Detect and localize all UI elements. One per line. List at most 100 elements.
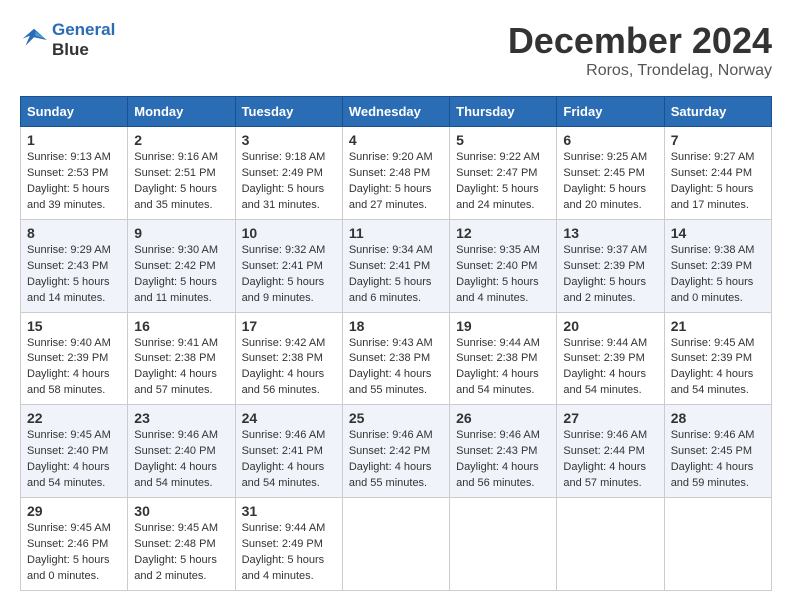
day-number: 12 [456, 225, 550, 241]
calendar-cell: 9 Sunrise: 9:30 AM Sunset: 2:42 PM Daylig… [128, 219, 235, 312]
day-info: Sunrise: 9:37 AM Sunset: 2:39 PM Dayligh… [563, 243, 657, 307]
calendar-week-4: 22Sunrise: 9:45 AM Sunset: 2:40 PM Dayli… [21, 405, 772, 498]
location: Roros, Trondelag, Norway [508, 62, 772, 80]
day-number: 30 [134, 503, 228, 519]
month-title: December 2024 [508, 20, 772, 62]
day-number: 20 [563, 318, 657, 334]
day-number: 25 [349, 410, 443, 426]
day-info: Sunrise: 9:44 AM Sunset: 2:38 PM Dayligh… [456, 336, 550, 400]
calendar-cell: 3Sunrise: 9:18 AM Sunset: 2:49 PM Daylig… [235, 127, 342, 220]
calendar-cell: 19Sunrise: 9:44 AM Sunset: 2:38 PM Dayli… [450, 312, 557, 405]
day-info: Sunrise: 9:45 AM Sunset: 2:46 PM Dayligh… [27, 521, 121, 585]
logo-text: General Blue [52, 20, 115, 61]
day-info: Sunrise: 9:46 AM Sunset: 2:43 PM Dayligh… [456, 428, 550, 492]
calendar-cell: 18Sunrise: 9:43 AM Sunset: 2:38 PM Dayli… [342, 312, 449, 405]
weekday-header-monday: Monday [128, 97, 235, 127]
title-section: December 2024 Roros, Trondelag, Norway [508, 20, 772, 80]
day-number: 15 [27, 318, 121, 334]
page-header: General Blue December 2024 Roros, Tronde… [20, 20, 772, 80]
day-number: 5 [456, 132, 550, 148]
calendar-cell: 21 Sunrise: 9:45 AM Sunset: 2:39 PM Dayli… [664, 312, 771, 405]
day-info: Sunrise: 9:29 AM Sunset: 2:43 PM Dayligh… [27, 243, 121, 307]
weekday-header-tuesday: Tuesday [235, 97, 342, 127]
calendar-cell: 30 Sunrise: 9:45 AM Sunset: 2:48 PM Dayli… [128, 498, 235, 591]
day-info: Sunrise: 9:43 AM Sunset: 2:38 PM Dayligh… [349, 336, 443, 400]
calendar-cell: 13Sunrise: 9:37 AM Sunset: 2:39 PM Dayli… [557, 219, 664, 312]
day-number: 16 [134, 318, 228, 334]
day-number: 7 [671, 132, 765, 148]
day-info: Sunrise: 9:42 AM Sunset: 2:38 PM Dayligh… [242, 336, 336, 400]
day-info: Sunrise: 9:46 AM Sunset: 2:44 PM Dayligh… [563, 428, 657, 492]
calendar-cell: 16 Sunrise: 9:41 AM Sunset: 2:38 PM Dayli… [128, 312, 235, 405]
calendar-cell [342, 498, 449, 591]
weekday-header-friday: Friday [557, 97, 664, 127]
day-info: Sunrise: 9:27 AM Sunset: 2:44 PM Dayligh… [671, 150, 765, 214]
calendar-cell: 1 Sunrise: 9:13 AM Sunset: 2:53 PM Daylig… [21, 127, 128, 220]
calendar-week-1: 1 Sunrise: 9:13 AM Sunset: 2:53 PM Daylig… [21, 127, 772, 220]
calendar-week-2: 8 Sunrise: 9:29 AM Sunset: 2:43 PM Daylig… [21, 219, 772, 312]
calendar-cell: 7 Sunrise: 9:27 AM Sunset: 2:44 PM Daylig… [664, 127, 771, 220]
day-info: Sunrise: 9:44 AM Sunset: 2:49 PM Dayligh… [242, 521, 336, 585]
calendar-cell: 11Sunrise: 9:34 AM Sunset: 2:41 PM Dayli… [342, 219, 449, 312]
day-number: 3 [242, 132, 336, 148]
day-number: 23 [134, 410, 228, 426]
day-number: 29 [27, 503, 121, 519]
day-info: Sunrise: 9:45 AM Sunset: 2:39 PM Dayligh… [671, 336, 765, 400]
calendar-cell: 31 Sunrise: 9:44 AM Sunset: 2:49 PM Dayli… [235, 498, 342, 591]
weekday-header-sunday: Sunday [21, 97, 128, 127]
day-info: Sunrise: 9:32 AM Sunset: 2:41 PM Dayligh… [242, 243, 336, 307]
day-info: Sunrise: 9:38 AM Sunset: 2:39 PM Dayligh… [671, 243, 765, 307]
calendar-cell [664, 498, 771, 591]
calendar-cell: 14Sunrise: 9:38 AM Sunset: 2:39 PM Dayli… [664, 219, 771, 312]
calendar-cell: 12 Sunrise: 9:35 AM Sunset: 2:40 PM Dayli… [450, 219, 557, 312]
logo-icon [20, 26, 48, 54]
day-info: Sunrise: 9:46 AM Sunset: 2:42 PM Dayligh… [349, 428, 443, 492]
weekday-header-saturday: Saturday [664, 97, 771, 127]
day-number: 21 [671, 318, 765, 334]
calendar-week-3: 15 Sunrise: 9:40 AM Sunset: 2:39 PM Dayli… [21, 312, 772, 405]
day-number: 4 [349, 132, 443, 148]
day-number: 11 [349, 225, 443, 241]
day-info: Sunrise: 9:35 AM Sunset: 2:40 PM Dayligh… [456, 243, 550, 307]
day-number: 26 [456, 410, 550, 426]
day-number: 2 [134, 132, 228, 148]
calendar-week-5: 29 Sunrise: 9:45 AM Sunset: 2:46 PM Dayli… [21, 498, 772, 591]
calendar-cell [450, 498, 557, 591]
calendar-cell: 25 Sunrise: 9:46 AM Sunset: 2:42 PM Dayli… [342, 405, 449, 498]
day-info: Sunrise: 9:30 AM Sunset: 2:42 PM Dayligh… [134, 243, 228, 307]
day-info: Sunrise: 9:16 AM Sunset: 2:51 PM Dayligh… [134, 150, 228, 214]
day-number: 1 [27, 132, 121, 148]
calendar-table: SundayMondayTuesdayWednesdayThursdayFrid… [20, 96, 772, 591]
day-number: 8 [27, 225, 121, 241]
day-number: 24 [242, 410, 336, 426]
calendar-cell: 8 Sunrise: 9:29 AM Sunset: 2:43 PM Daylig… [21, 219, 128, 312]
day-info: Sunrise: 9:45 AM Sunset: 2:40 PM Dayligh… [27, 428, 121, 492]
calendar-cell: 29 Sunrise: 9:45 AM Sunset: 2:46 PM Dayli… [21, 498, 128, 591]
calendar-cell: 6 Sunrise: 9:25 AM Sunset: 2:45 PM Daylig… [557, 127, 664, 220]
calendar-body: 1 Sunrise: 9:13 AM Sunset: 2:53 PM Daylig… [21, 127, 772, 591]
day-info: Sunrise: 9:45 AM Sunset: 2:48 PM Dayligh… [134, 521, 228, 585]
weekday-header-wednesday: Wednesday [342, 97, 449, 127]
calendar-cell: 23Sunrise: 9:46 AM Sunset: 2:40 PM Dayli… [128, 405, 235, 498]
day-number: 9 [134, 225, 228, 241]
day-info: Sunrise: 9:20 AM Sunset: 2:48 PM Dayligh… [349, 150, 443, 214]
day-info: Sunrise: 9:22 AM Sunset: 2:47 PM Dayligh… [456, 150, 550, 214]
day-info: Sunrise: 9:41 AM Sunset: 2:38 PM Dayligh… [134, 336, 228, 400]
day-number: 10 [242, 225, 336, 241]
day-info: Sunrise: 9:13 AM Sunset: 2:53 PM Dayligh… [27, 150, 121, 214]
calendar-cell: 15 Sunrise: 9:40 AM Sunset: 2:39 PM Dayli… [21, 312, 128, 405]
day-info: Sunrise: 9:25 AM Sunset: 2:45 PM Dayligh… [563, 150, 657, 214]
calendar-cell: 22Sunrise: 9:45 AM Sunset: 2:40 PM Dayli… [21, 405, 128, 498]
calendar-header-row: SundayMondayTuesdayWednesdayThursdayFrid… [21, 97, 772, 127]
day-info: Sunrise: 9:46 AM Sunset: 2:41 PM Dayligh… [242, 428, 336, 492]
calendar-cell: 17 Sunrise: 9:42 AM Sunset: 2:38 PM Dayli… [235, 312, 342, 405]
day-info: Sunrise: 9:40 AM Sunset: 2:39 PM Dayligh… [27, 336, 121, 400]
day-number: 31 [242, 503, 336, 519]
weekday-header-thursday: Thursday [450, 97, 557, 127]
calendar-cell: 20Sunrise: 9:44 AM Sunset: 2:39 PM Dayli… [557, 312, 664, 405]
day-number: 17 [242, 318, 336, 334]
day-number: 6 [563, 132, 657, 148]
day-number: 28 [671, 410, 765, 426]
calendar-cell [557, 498, 664, 591]
calendar-cell: 5 Sunrise: 9:22 AM Sunset: 2:47 PM Daylig… [450, 127, 557, 220]
